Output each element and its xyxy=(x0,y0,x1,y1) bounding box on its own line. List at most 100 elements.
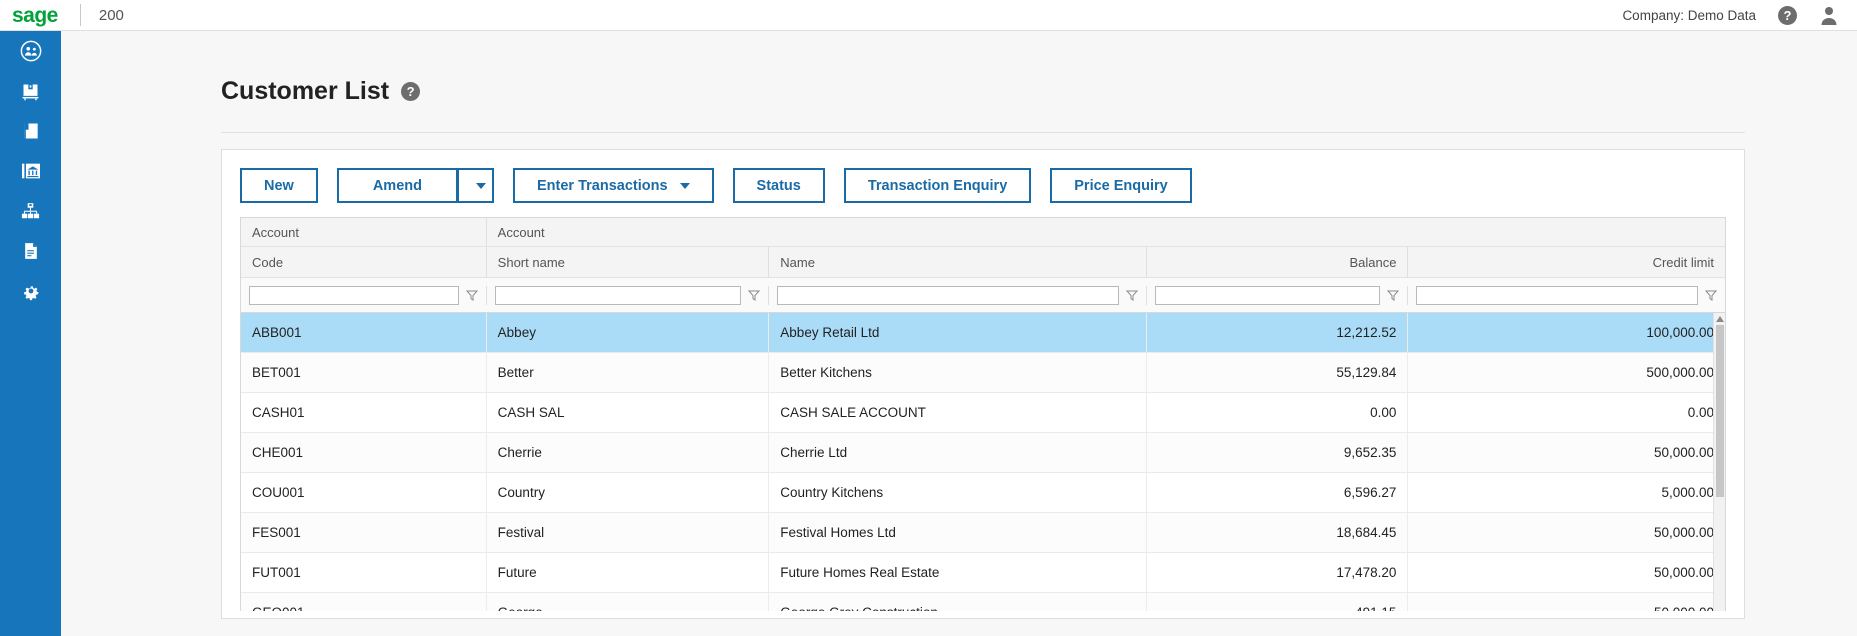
table-row[interactable]: CHE001 Cherrie Cherrie Ltd 9,652.35 50,000.0… xyxy=(241,433,1725,473)
table-row[interactable]: COU001 Country Country Kitchens 6,596.27 5,0… xyxy=(241,473,1725,513)
price-enquiry-button[interactable]: Price Enquiry xyxy=(1050,168,1192,203)
sidebar-item-customers[interactable] xyxy=(0,31,61,71)
group-header-cell: Account xyxy=(252,224,299,240)
sage-logo[interactable]: sage xyxy=(12,5,58,26)
chevron-down-icon xyxy=(476,182,487,189)
cell-code: GEO001 xyxy=(241,593,486,611)
action-toolbar: New Amend Enter Transactions Status Tran… xyxy=(222,150,1744,217)
enter-transactions-button[interactable]: Enter Transactions xyxy=(512,168,714,203)
cell-short-name: CASH SAL xyxy=(485,393,769,432)
filter-input-name[interactable] xyxy=(777,285,1119,305)
book-icon xyxy=(23,123,38,139)
table-row[interactable]: ABB001 Abbey Abbey Retail Ltd 12,212.52 100,… xyxy=(241,313,1725,353)
grid-filter-row xyxy=(241,278,1725,313)
transaction-enquiry-button[interactable]: Transaction Enquiry xyxy=(843,168,1032,203)
cell-short-name: Abbey xyxy=(485,313,769,352)
table-row[interactable]: CASH01 CASH SAL CASH SALE ACCOUNT 0.00 0.00 xyxy=(241,393,1725,433)
sidebar-item-bom[interactable] xyxy=(0,191,61,231)
filter-funnel-icon[interactable] xyxy=(1387,289,1400,301)
scroll-up-arrow-icon[interactable] xyxy=(1714,313,1725,325)
scrollbar-thumb[interactable] xyxy=(1716,325,1724,497)
top-bar: sage 200 Company: Demo Data ? xyxy=(0,0,1857,31)
table-row[interactable]: FES001 Festival Festival Homes Ltd 18,684.4… xyxy=(241,513,1725,553)
cell-name: CASH SALE ACCOUNT xyxy=(768,393,1145,432)
sidebar-item-settings[interactable] xyxy=(0,271,61,311)
sidebar-item-reports[interactable] xyxy=(0,231,61,271)
grid-group-header-row: Account Account xyxy=(241,218,1725,247)
cell-balance: 491.15 xyxy=(1145,593,1408,611)
amend-button-group: Amend xyxy=(336,168,494,203)
sidebar-item-stock[interactable] xyxy=(0,71,61,111)
cell-code: FUT001 xyxy=(252,565,301,580)
gear-icon xyxy=(23,286,39,301)
customer-list-panel: New Amend Enter Transactions Status Tran… xyxy=(221,149,1745,619)
cell-short-name: Better xyxy=(485,353,769,392)
column-header-short-name[interactable]: Short name xyxy=(485,247,769,277)
group-header-cell xyxy=(768,218,1145,246)
group-header-cell: Account xyxy=(485,218,769,246)
company-label: Company: Demo Data xyxy=(1622,7,1756,23)
logo-divider xyxy=(79,4,81,26)
filter-cell-code xyxy=(241,285,486,305)
cell-balance: 55,129.84 xyxy=(1145,353,1408,392)
cell-short-name: Country xyxy=(485,473,769,512)
column-header-name[interactable]: Name xyxy=(768,247,1145,277)
table-row[interactable]: FUT001 Future Future Homes Real Estate 17,4… xyxy=(241,553,1725,593)
customer-grid: Account Account Code Short name Name Bal… xyxy=(240,217,1726,611)
cell-balance: 0.00 xyxy=(1145,393,1408,432)
group-header-cell xyxy=(1407,218,1725,246)
filter-cell-balance xyxy=(1145,285,1408,305)
cell-credit-limit: 500,000.00 xyxy=(1407,353,1725,392)
cell-credit-limit: 5,000.00 xyxy=(1407,473,1725,512)
table-row[interactable]: GEO001GeorgeGeorge Grey Construction491.… xyxy=(241,593,1725,611)
column-header-code[interactable]: Code xyxy=(241,247,486,277)
cell-name: Abbey Retail Ltd xyxy=(768,313,1145,352)
grid-vertical-scrollbar[interactable] xyxy=(1713,313,1725,611)
grid-body: ABB001 Abbey Abbey Retail Ltd 12,212.52 100,… xyxy=(241,313,1725,611)
cell-name: George Grey Construction xyxy=(768,593,1145,611)
amend-dropdown-button[interactable] xyxy=(457,168,494,203)
page-content: Customer List ? New Amend Enter Transact… xyxy=(61,31,1857,636)
table-row[interactable]: BET001 Better Better Kitchens 55,129.84 500,… xyxy=(241,353,1725,393)
column-header-credit-limit[interactable]: Credit limit xyxy=(1407,247,1725,277)
sidebar-item-nominal[interactable] xyxy=(0,111,61,151)
cell-code: ABB001 xyxy=(252,325,302,340)
filter-cell-name xyxy=(768,285,1145,305)
filter-input-balance[interactable] xyxy=(1154,285,1381,305)
cell-balance: 18,684.45 xyxy=(1145,513,1408,552)
grid-header-row: Code Short name Name Balance Credit limi… xyxy=(241,247,1725,278)
cell-balance: 6,596.27 xyxy=(1145,473,1408,512)
report-document-icon xyxy=(24,243,37,259)
chevron-down-icon xyxy=(679,182,690,189)
filter-funnel-icon[interactable] xyxy=(748,289,761,301)
filter-cell-short-name xyxy=(485,285,769,305)
cell-name: Better Kitchens xyxy=(768,353,1145,392)
filter-input-code[interactable] xyxy=(249,285,459,305)
new-button[interactable]: New xyxy=(240,168,318,203)
sitemap-icon xyxy=(21,202,40,218)
cell-balance: 17,478.20 xyxy=(1145,553,1408,592)
column-header-balance[interactable]: Balance xyxy=(1145,247,1408,277)
product-name: 200 xyxy=(98,6,124,24)
filter-input-short-name[interactable] xyxy=(494,285,742,305)
user-avatar-icon[interactable] xyxy=(1819,5,1839,25)
group-header-cell xyxy=(1146,218,1408,246)
status-button[interactable]: Status xyxy=(732,168,825,203)
filter-funnel-icon[interactable] xyxy=(1705,289,1718,301)
cell-code: COU001 xyxy=(252,485,305,500)
help-circle-icon[interactable]: ? xyxy=(1778,5,1797,25)
cell-code: CHE001 xyxy=(252,445,304,460)
amend-button[interactable]: Amend xyxy=(336,168,458,203)
bank-icon xyxy=(21,163,40,179)
help-circle-icon[interactable]: ? xyxy=(401,82,421,101)
filter-funnel-icon[interactable] xyxy=(1125,289,1138,301)
cell-code: BET001 xyxy=(252,365,301,380)
cell-credit-limit: 50,000.00 xyxy=(1407,593,1725,611)
filter-input-credit-limit[interactable] xyxy=(1416,285,1699,305)
cell-credit-limit: 0.00 xyxy=(1407,393,1725,432)
filter-funnel-icon[interactable] xyxy=(465,289,478,301)
cell-short-name: Future xyxy=(485,553,769,592)
page-title: Customer List xyxy=(221,77,390,105)
sidebar-item-cash-book[interactable] xyxy=(0,151,61,191)
cell-credit-limit: 50,000.00 xyxy=(1407,553,1725,592)
